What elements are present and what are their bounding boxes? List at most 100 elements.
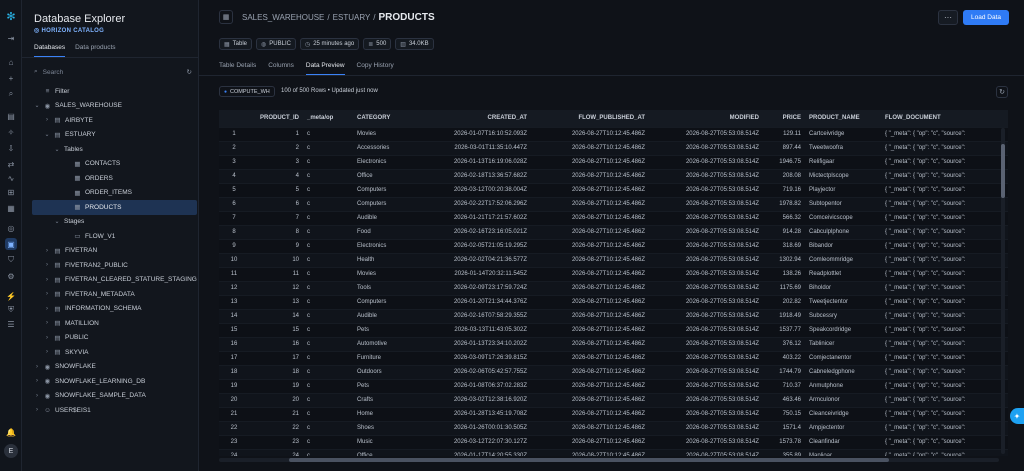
table-cell[interactable]: 2026-02-16T23:16:05.021Z [423, 224, 531, 239]
table-cell[interactable]: 2026-08-27T10:12:45.486Z [531, 308, 649, 323]
table-cell[interactable]: 23 [249, 434, 303, 449]
table-cell[interactable]: 24 [249, 448, 303, 456]
table-cell[interactable]: c [303, 448, 353, 456]
table-cell[interactable]: 2026-02-05T21:05:19.295Z [423, 238, 531, 253]
table-cell[interactable]: 376.12 [763, 336, 805, 351]
table-cell[interactable]: 2026-08-27T05:53:08.514Z [649, 392, 763, 407]
table-cell[interactable]: Electronics [353, 154, 423, 169]
tab-table-details[interactable]: Table Details [219, 62, 256, 75]
table-cell[interactable]: 1918.49 [763, 308, 805, 323]
table-cell[interactable]: Readplottlet [805, 266, 881, 281]
table-cell[interactable]: c [303, 140, 353, 155]
integrations-icon[interactable]: ⚙ [5, 270, 17, 282]
table-cell[interactable]: { "_meta": { "op": "c", "source": [881, 238, 1008, 253]
table-cell[interactable]: 2026-08-27T10:12:45.486Z [531, 322, 649, 337]
table-cell[interactable]: 2026-08-27T10:12:45.486Z [531, 364, 649, 379]
table-cell[interactable]: 897.44 [763, 140, 805, 155]
transformation-icon[interactable]: ⇄ [5, 158, 17, 170]
column-header[interactable]: MODIFIED [649, 110, 763, 127]
table-cell[interactable]: c [303, 196, 353, 211]
table-cell[interactable]: 710.37 [763, 378, 805, 393]
table-cell[interactable]: Furniture [353, 350, 423, 365]
table-cell[interactable]: 318.69 [763, 238, 805, 253]
row-number[interactable]: 21 [219, 406, 249, 421]
table-cell[interactable]: c [303, 336, 353, 351]
table-row[interactable]: 19 19 c Pets 2026-01-08T06:37:02.283Z 2026-08… [219, 378, 1008, 393]
table-row[interactable]: 22 22 c Shoes 2026-01-26T00:01:30.505Z 2026-0… [219, 420, 1008, 435]
table-cell[interactable]: 7 [249, 210, 303, 225]
table-cell[interactable]: Cleanceivridge [805, 406, 881, 421]
chevron-right-icon[interactable]: › [34, 407, 40, 413]
table-cell[interactable]: c [303, 392, 353, 407]
tree-node-orders[interactable]: ▦ ORDERS [32, 171, 197, 186]
row-number[interactable]: 4 [219, 168, 249, 183]
table-cell[interactable]: c [303, 420, 353, 435]
table-cell[interactable]: c [303, 266, 353, 281]
table-row[interactable]: 12 12 c Tools 2026-02-09T23:17:59.724Z 2026-0… [219, 280, 1008, 295]
table-cell[interactable]: 2026-08-27T05:53:08.514Z [649, 266, 763, 281]
row-number[interactable]: 17 [219, 350, 249, 365]
tree-node-snowflake-learning-db[interactable]: › ◉ SNOWFLAKE_LEARNING_DB [32, 374, 197, 389]
tree-node-matillion[interactable]: › ▤ MATILLION [32, 316, 197, 331]
table-cell[interactable]: Cleanfindar [805, 434, 881, 449]
table-cell[interactable]: Tools [353, 280, 423, 295]
admin-icon[interactable]: ⛨ [5, 304, 17, 316]
chevron-down-icon[interactable]: ⌄ [34, 102, 40, 109]
chevron-right-icon[interactable]: › [44, 277, 50, 283]
table-row[interactable]: 14 14 c Audible 2026-02-16T07:58:29.355Z 2026… [219, 308, 1008, 323]
tab-databases[interactable]: Databases [34, 44, 66, 57]
tree-node-fivetran-cleared-stature-staging[interactable]: › ▤ FIVETRAN_CLEARED_STATURE_STAGING [32, 273, 197, 288]
tab-columns[interactable]: Columns [268, 62, 294, 75]
table-cell[interactable]: Subtopentor [805, 196, 881, 211]
row-number[interactable]: 11 [219, 266, 249, 281]
tree-node-order-items[interactable]: ▦ ORDER_ITEMS [32, 186, 197, 201]
refresh-icon[interactable]: ↻ [187, 68, 192, 76]
table-cell[interactable]: 11 [249, 266, 303, 281]
table-row[interactable]: 7 7 c Audible 2026-01-21T17:21:57.602Z 2026-0… [219, 210, 1008, 225]
chevron-right-icon[interactable]: › [44, 248, 50, 254]
chevron-right-icon[interactable]: › [44, 306, 50, 312]
warehouse-selector[interactable]: ● COMPUTE_WH [219, 86, 275, 97]
table-cell[interactable]: 2026-02-22T17:52:06.296Z [423, 196, 531, 211]
table-cell[interactable]: Pets [353, 378, 423, 393]
table-cell[interactable]: Office [353, 448, 423, 456]
table-cell[interactable]: 2026-08-27T10:12:45.486Z [531, 266, 649, 281]
table-cell[interactable]: Outdoors [353, 364, 423, 379]
table-cell[interactable]: Comleommridge [805, 252, 881, 267]
table-row[interactable]: 4 4 c Office 2026-02-18T13:36:57.682Z 2026-08… [219, 168, 1008, 183]
table-row[interactable]: 10 10 c Health 2026-02-02T04:21:36.577Z 2026-… [219, 252, 1008, 267]
table-cell[interactable]: { "_meta": { "op": "c", "source": [881, 280, 1008, 295]
table-cell[interactable]: 2026-03-12T22:07:30.127Z [423, 434, 531, 449]
search-input[interactable]: Search [43, 69, 64, 76]
column-header[interactable]: _meta/op [303, 110, 353, 127]
scroll-thumb[interactable] [1001, 144, 1005, 198]
row-number[interactable]: 8 [219, 224, 249, 239]
table-row[interactable]: 20 20 c Crafts 2026-03-02T12:38:16.920Z 2026-… [219, 392, 1008, 407]
chevron-right-icon[interactable]: › [34, 393, 40, 399]
monitoring-icon[interactable]: ∿ [5, 172, 17, 184]
table-cell[interactable]: 2026-02-06T05:42:57.755Z [423, 364, 531, 379]
table-cell[interactable]: 1571.4 [763, 420, 805, 435]
table-cell[interactable]: Anmutphone [805, 378, 881, 393]
row-number[interactable]: 20 [219, 392, 249, 407]
chevron-right-icon[interactable]: › [44, 349, 50, 355]
table-cell[interactable]: 1978.82 [763, 196, 805, 211]
table-cell[interactable]: Home [353, 406, 423, 421]
table-cell[interactable]: { "_meta": { "op": "c", "source": [881, 392, 1008, 407]
table-cell[interactable]: { "_meta": { "op": "c", "source": [881, 224, 1008, 239]
table-cell[interactable]: 19 [249, 378, 303, 393]
chevron-down-icon[interactable]: ⌄ [54, 146, 60, 153]
table-cell[interactable]: Maplioar [805, 448, 881, 456]
table-cell[interactable]: { "_meta": { "op": "c", "source": [881, 266, 1008, 281]
row-number[interactable]: 2 [219, 140, 249, 155]
table-cell[interactable]: 14 [249, 308, 303, 323]
ai-ml-icon[interactable]: ✧ [5, 126, 17, 138]
table-cell[interactable]: 2026-08-27T10:12:45.486Z [531, 280, 649, 295]
table-cell[interactable]: c [303, 182, 353, 197]
table-cell[interactable]: Accessories [353, 140, 423, 155]
table-cell[interactable]: 2026-08-27T05:53:08.514Z [649, 252, 763, 267]
table-cell[interactable]: 15 [249, 322, 303, 337]
ingestion-icon[interactable]: ⇩ [5, 142, 17, 154]
chevron-right-icon[interactable]: › [44, 262, 50, 268]
table-cell[interactable]: c [303, 168, 353, 183]
